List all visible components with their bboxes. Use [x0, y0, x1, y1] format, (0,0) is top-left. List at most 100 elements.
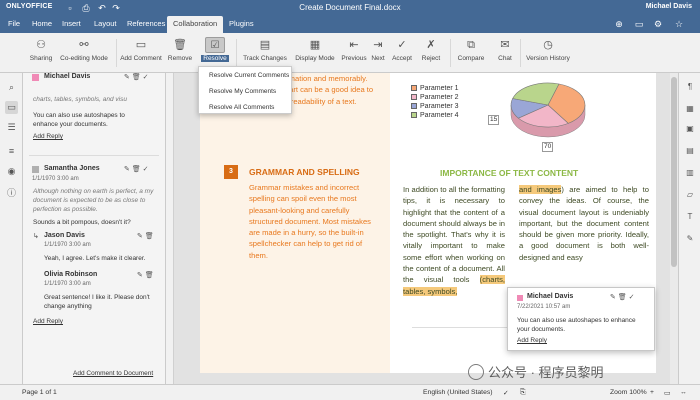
resolve-button[interactable]: ☑ Resolve — [198, 36, 232, 70]
version-history-button[interactable]: ◷ Version History — [524, 36, 572, 70]
prev-change-icon: ⇤ — [349, 39, 359, 51]
chat-panel-icon[interactable]: ☰ — [5, 121, 18, 134]
tab-file[interactable]: File — [2, 16, 26, 33]
tab-plugins[interactable]: Plugins — [223, 16, 260, 33]
watermark-text: 公众号 · 程序员黎明 — [488, 365, 604, 380]
comment-author: Samantha Jones — [44, 165, 100, 172]
comment-quote: charts, tables, symbols, and visu — [33, 96, 127, 103]
current-user[interactable]: Michael Davis — [646, 3, 692, 10]
zoom-level[interactable]: Zoom 100% — [610, 389, 647, 396]
table-settings-icon[interactable]: ▦ — [684, 103, 696, 115]
left-sidebar: ⌕ ▭ ☰ ≡ ◉ ⓘ — [0, 73, 23, 384]
paragraph-content-col1: In addition to all the formatting tips, … — [403, 184, 505, 297]
vertical-scrollbar[interactable] — [670, 73, 678, 384]
reject-button[interactable]: ✗ Reject — [419, 36, 443, 70]
spellcheck-icon[interactable]: ✓ — [503, 389, 509, 397]
resolve-check-icon[interactable]: ✓ — [629, 294, 635, 301]
data-label: 15 — [488, 115, 500, 125]
data-label: 70 — [542, 142, 554, 152]
section-number-badge: 3 — [224, 165, 238, 179]
delete-icon[interactable]: 🗑 — [618, 294, 627, 301]
right-sidebar: ¶ ▦ ▣ ▤ ▥ ▱ T ✎ — [678, 73, 700, 384]
resolve-check-icon[interactable]: ✓ — [143, 74, 149, 81]
signature-settings-icon[interactable]: ✎ — [684, 233, 696, 245]
display-mode-button[interactable]: ▦ Display Mode — [291, 36, 339, 70]
page-counter[interactable]: Page 1 of 1 — [22, 389, 57, 396]
tab-layout[interactable]: Layout — [88, 16, 123, 33]
edit-icon[interactable]: ✎ — [124, 74, 130, 81]
scrollbar-thumb[interactable] — [671, 77, 677, 267]
pie-chart[interactable]: Parameter 1 Parameter 2 Parameter 3 Para… — [411, 73, 591, 155]
fit-width-icon[interactable]: ↔ — [680, 389, 687, 396]
accept-label: Accept — [392, 55, 412, 62]
plugins-icon[interactable]: ◉ — [5, 165, 18, 178]
header-footer-icon[interactable]: ▤ — [684, 145, 696, 157]
accept-button[interactable]: ✓ Accept — [389, 36, 415, 70]
delete-icon[interactable]: 🗑 — [145, 233, 154, 240]
reply-date: 1/1/1970 3:00 am — [44, 242, 91, 248]
track-icon[interactable]: ⎘ — [520, 389, 525, 397]
fit-page-icon[interactable]: ▭ — [664, 389, 670, 397]
toolbar-divider — [236, 39, 237, 67]
reply-actions: ✎ 🗑 — [137, 271, 154, 279]
tab-insert[interactable]: Insert — [56, 16, 87, 33]
chat-button[interactable]: ✉ Chat — [494, 36, 516, 70]
add-reply-link[interactable]: Add Reply — [33, 133, 63, 140]
resolve-my-comments-item[interactable]: Resolve My Comments — [199, 85, 291, 99]
resolve-check-icon[interactable]: ✓ — [143, 166, 149, 173]
sharing-button[interactable]: ⚇ Sharing — [26, 36, 56, 70]
open-location-icon[interactable]: ▭ — [632, 18, 646, 31]
resolve-current-comments-item[interactable]: Resolve Current Comments — [199, 69, 291, 83]
reply-text: Yeah, I agree. Let's make it clearer. — [44, 255, 146, 262]
zoom-in-icon[interactable]: + — [650, 389, 654, 396]
paragraph-settings-icon[interactable]: ¶ — [684, 81, 696, 93]
tab-collaboration[interactable]: Collaboration — [167, 16, 224, 33]
add-reply-link[interactable]: Add Reply — [33, 318, 63, 325]
comments-icon[interactable]: ▭ — [5, 101, 18, 114]
resolve-all-comments-item[interactable]: Resolve All Comments — [199, 101, 291, 115]
chat-icon: ✉ — [500, 39, 510, 51]
previous-button[interactable]: ⇤ Previous — [340, 36, 368, 70]
coediting-mode-button[interactable]: ⚯ Co-editing Mode — [56, 36, 112, 70]
navigation-icon[interactable]: ≡ — [5, 145, 18, 158]
delete-icon[interactable]: 🗑 — [132, 74, 141, 81]
author-color-swatch — [32, 166, 39, 173]
compare-button[interactable]: ⧉ Compare — [455, 36, 487, 70]
resolve-dropdown-menu: Resolve Current Comments Resolve My Comm… — [198, 66, 292, 114]
version-history-label: Version History — [526, 55, 570, 62]
add-user-icon[interactable]: ⊕ — [612, 18, 626, 31]
view-settings-icon[interactable]: ⚙ — [651, 18, 665, 31]
tab-home[interactable]: Home — [26, 16, 58, 33]
tab-references[interactable]: References — [121, 16, 171, 33]
comment-date: 7/22/2021 10:57 am — [517, 304, 571, 310]
chart-settings-icon[interactable]: ▥ — [684, 167, 696, 179]
reject-icon: ✗ — [426, 39, 436, 51]
author-color-swatch — [32, 74, 39, 81]
search-icon[interactable]: ⌕ — [5, 81, 18, 94]
delete-icon[interactable]: 🗑 — [132, 166, 141, 173]
collaboration-toolbar: ⚇ Sharing ⚯ Co-editing Mode ▭ Add Commen… — [0, 33, 700, 73]
menu-tabs: File Home Insert Layout References Colla… — [0, 16, 700, 33]
add-comment-button[interactable]: ▭ Add Comment — [120, 36, 162, 70]
shape-settings-icon[interactable]: ▱ — [684, 189, 696, 201]
delete-icon[interactable]: 🗑 — [145, 272, 154, 279]
image-settings-icon[interactable]: ▣ — [684, 123, 696, 135]
author-color-swatch — [517, 295, 523, 301]
edit-icon[interactable]: ✎ — [137, 272, 143, 279]
track-changes-button[interactable]: ▤ Track Changes — [240, 36, 290, 70]
edit-icon[interactable]: ✎ — [124, 166, 130, 173]
display-mode-label: Display Mode — [295, 55, 335, 62]
textart-settings-icon[interactable]: T — [684, 211, 696, 223]
remove-button[interactable]: 🗑 Remove — [164, 36, 196, 70]
accept-icon: ✓ — [397, 39, 407, 51]
comment-actions: ✎ 🗑 ✓ — [124, 165, 149, 173]
commented-highlight[interactable]: and images — [519, 185, 562, 194]
language-selector[interactable]: English (United States) — [423, 389, 493, 396]
next-button[interactable]: ⇥ Next — [369, 36, 387, 70]
add-comment-to-document-link[interactable]: Add Comment to Document — [73, 370, 153, 377]
favorite-icon[interactable]: ☆ — [672, 18, 686, 31]
add-reply-link[interactable]: Add Reply — [517, 337, 547, 344]
edit-icon[interactable]: ✎ — [610, 294, 616, 301]
edit-icon[interactable]: ✎ — [137, 233, 143, 240]
feedback-icon[interactable]: ⓘ — [5, 187, 18, 200]
